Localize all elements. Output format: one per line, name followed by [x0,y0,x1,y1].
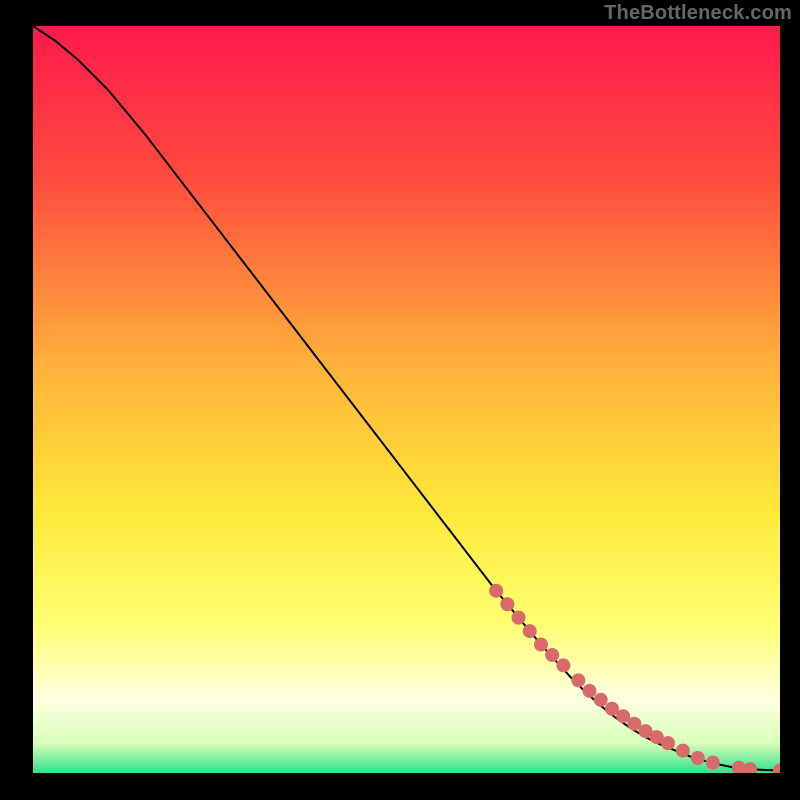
data-point [676,744,690,758]
data-point [545,648,559,662]
data-point [534,638,548,652]
data-point [594,693,608,707]
data-point [523,624,537,638]
watermark-text: TheBottleneck.com [604,2,792,25]
data-point [661,736,675,750]
data-point [556,658,570,672]
data-point [489,584,503,598]
data-point [512,611,526,625]
chart-stage: TheBottleneck.com [0,0,800,800]
bottleneck-chart [33,26,780,773]
gradient-background [33,26,780,773]
data-point [500,597,514,611]
data-point [571,673,585,687]
data-point [583,684,597,698]
data-point [706,756,720,770]
data-point [691,751,705,765]
